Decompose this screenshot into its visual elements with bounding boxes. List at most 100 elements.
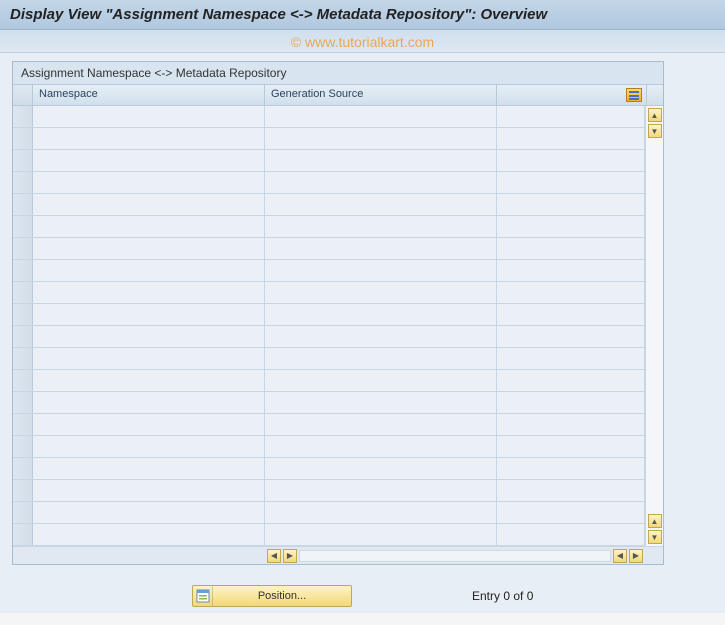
scroll-left-button-end[interactable]: ◀ [613,549,627,563]
cell-namespace[interactable] [33,326,265,347]
row-selector[interactable] [13,436,33,457]
cell-namespace[interactable] [33,238,265,259]
cell-namespace[interactable] [33,524,265,545]
cell-generation-source[interactable] [265,216,497,237]
row-selector[interactable] [13,524,33,545]
cell-generation-source[interactable] [265,370,497,391]
row-selector[interactable] [13,150,33,171]
cell-generation-source[interactable] [265,238,497,259]
table-row[interactable] [13,326,645,348]
table-row[interactable] [13,524,645,546]
table-row[interactable] [13,436,645,458]
table-row[interactable] [13,128,645,150]
table-row[interactable] [13,150,645,172]
cell-namespace[interactable] [33,480,265,501]
cell-generation-source[interactable] [265,524,497,545]
cell-namespace[interactable] [33,458,265,479]
horizontal-scrollbar[interactable]: ◀ ▶ ◀ ▶ [265,547,645,564]
row-selector[interactable] [13,392,33,413]
cell-generation-source[interactable] [265,150,497,171]
table-row[interactable] [13,392,645,414]
cell-generation-source[interactable] [265,172,497,193]
cell-namespace[interactable] [33,392,265,413]
scroll-up-button-bottom[interactable]: ▲ [648,514,662,528]
cell-generation-source[interactable] [265,128,497,149]
table-row[interactable] [13,370,645,392]
row-selector[interactable] [13,106,33,127]
cell-generation-source[interactable] [265,414,497,435]
cell-generation-source[interactable] [265,260,497,281]
cell-generation-source[interactable] [265,480,497,501]
table-row[interactable] [13,458,645,480]
row-selector[interactable] [13,326,33,347]
cell-generation-source[interactable] [265,458,497,479]
table-row[interactable] [13,172,645,194]
scroll-left-button[interactable]: ◀ [267,549,281,563]
cell-namespace[interactable] [33,414,265,435]
table-row[interactable] [13,414,645,436]
cell-generation-source[interactable] [265,282,497,303]
cell-generation-source[interactable] [265,348,497,369]
row-selector-header[interactable] [13,85,33,105]
cell-namespace[interactable] [33,304,265,325]
cell-namespace[interactable] [33,348,265,369]
row-selector[interactable] [13,370,33,391]
cell-namespace[interactable] [33,194,265,215]
table-row[interactable] [13,106,645,128]
table-row[interactable] [13,304,645,326]
row-selector[interactable] [13,128,33,149]
scroll-down-button-bottom[interactable]: ▼ [648,530,662,544]
cell-generation-source[interactable] [265,392,497,413]
row-selector[interactable] [13,414,33,435]
row-selector[interactable] [13,238,33,259]
row-selector[interactable] [13,216,33,237]
cell-namespace[interactable] [33,370,265,391]
column-header-namespace[interactable]: Namespace [33,85,265,105]
cell-namespace[interactable] [33,282,265,303]
table-config-icon[interactable] [626,88,642,102]
row-selector[interactable] [13,502,33,523]
cell-namespace[interactable] [33,106,265,127]
cell-empty [497,282,645,303]
scroll-right-button-end[interactable]: ▶ [629,549,643,563]
cell-namespace[interactable] [33,128,265,149]
cell-generation-source[interactable] [265,304,497,325]
cell-namespace[interactable] [33,150,265,171]
table-row[interactable] [13,194,645,216]
cell-generation-source[interactable] [265,194,497,215]
row-selector[interactable] [13,172,33,193]
cell-namespace[interactable] [33,172,265,193]
cell-namespace[interactable] [33,260,265,281]
cell-generation-source[interactable] [265,502,497,523]
scroll-down-button[interactable]: ▼ [648,124,662,138]
row-selector[interactable] [13,282,33,303]
table-row[interactable] [13,216,645,238]
row-selector[interactable] [13,194,33,215]
table-row[interactable] [13,238,645,260]
row-selector[interactable] [13,260,33,281]
cell-empty [497,414,645,435]
cell-namespace[interactable] [33,216,265,237]
table-row[interactable] [13,260,645,282]
vertical-scrollbar[interactable]: ▲ ▼ ▲ ▼ [645,106,663,546]
row-selector[interactable] [13,348,33,369]
cell-namespace[interactable] [33,436,265,457]
table-body-wrapper: ▲ ▼ ▲ ▼ [13,106,663,546]
table-row[interactable] [13,480,645,502]
table-row[interactable] [13,282,645,304]
cell-namespace[interactable] [33,502,265,523]
cell-generation-source[interactable] [265,326,497,347]
row-selector[interactable] [13,480,33,501]
scroll-right-button[interactable]: ▶ [283,549,297,563]
cell-generation-source[interactable] [265,106,497,127]
row-selector[interactable] [13,458,33,479]
cell-empty [497,106,645,127]
column-header-generation-source[interactable]: Generation Source [265,85,497,105]
row-selector[interactable] [13,304,33,325]
table-row[interactable] [13,348,645,370]
hscroll-track[interactable] [299,550,611,562]
table-row[interactable] [13,502,645,524]
position-button[interactable]: Position... [192,585,352,607]
cell-generation-source[interactable] [265,436,497,457]
scroll-up-button[interactable]: ▲ [648,108,662,122]
